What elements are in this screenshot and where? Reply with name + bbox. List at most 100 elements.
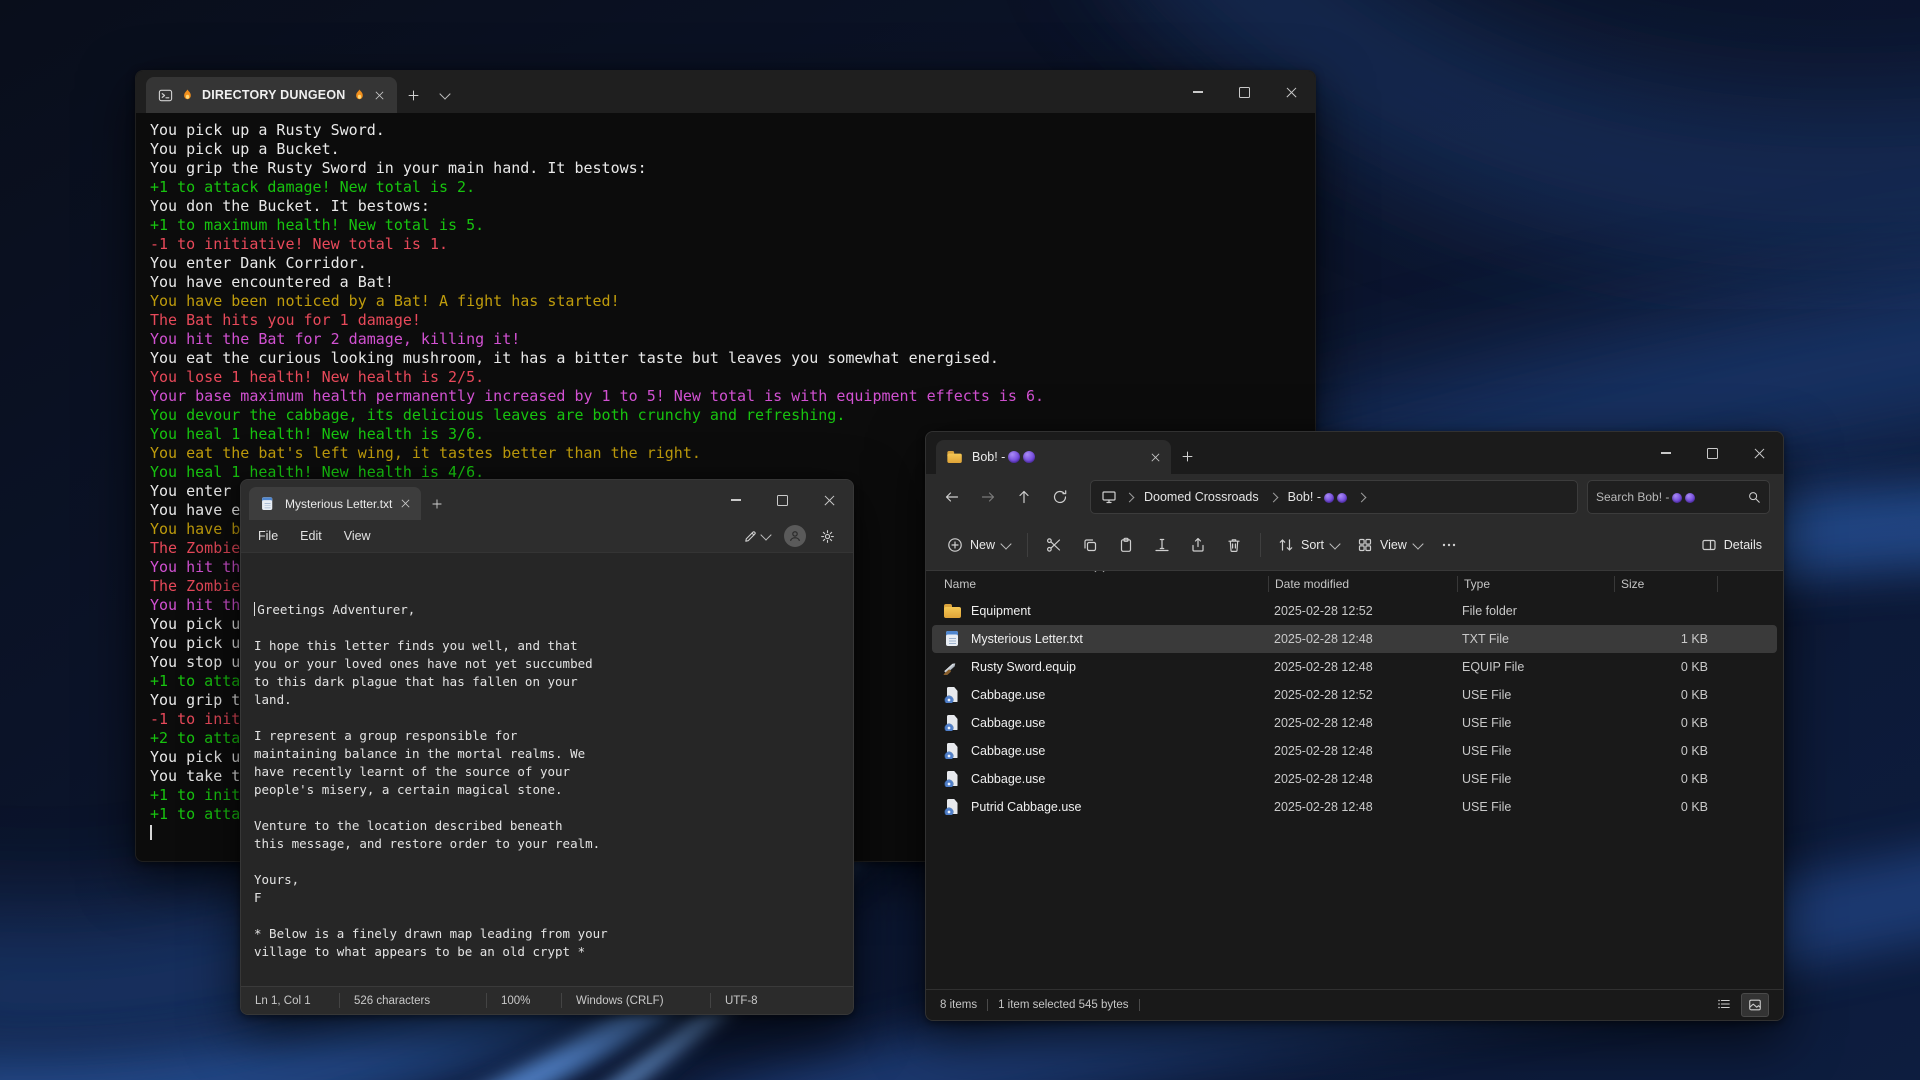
large-icons-view-toggle[interactable]	[1741, 993, 1769, 1017]
sort-icon	[1278, 537, 1294, 553]
file-row[interactable]: Cabbage.use2025-02-28 12:48USE File0 KB	[932, 709, 1777, 737]
file-type: USE File	[1456, 716, 1612, 730]
file-list-area[interactable]: Name Date modified Type Size Equipment 20…	[926, 571, 1783, 989]
search-input[interactable]: Search Bob! -	[1587, 480, 1770, 514]
file-row[interactable]: Rusty Sword.equip2025-02-28 12:48EQUIP F…	[932, 653, 1777, 681]
explorer-titlebar[interactable]: Bob! -	[926, 432, 1783, 474]
menu-view[interactable]: View	[333, 524, 382, 548]
tab-close-icon[interactable]	[1151, 453, 1160, 462]
notepad-line	[254, 853, 853, 871]
details-button[interactable]: Details	[1692, 528, 1771, 562]
file-date-modified: 2025-02-28 12:52	[1268, 688, 1456, 702]
up-button[interactable]	[1006, 480, 1042, 514]
file-explorer-window[interactable]: Bob! - Doomed Crossroads Bo	[925, 431, 1784, 1021]
line-ending-type[interactable]: Windows (CRLF)	[561, 993, 710, 1008]
explorer-status-bar: 8 items 1 item selected 545 bytes	[926, 989, 1783, 1020]
maximize-icon	[1239, 87, 1250, 98]
file-date-modified: 2025-02-28 12:48	[1268, 632, 1456, 646]
notepad-line: to this dark plague that has fallen on y…	[254, 673, 853, 691]
cut-button[interactable]	[1036, 528, 1072, 562]
explorer-tab[interactable]: Bob! -	[936, 440, 1171, 474]
notepad-line: you or your loved ones have not yet succ…	[254, 655, 853, 673]
menu-edit[interactable]: Edit	[289, 524, 333, 548]
file-name: Mysterious Letter.txt	[971, 632, 1083, 646]
close-button[interactable]	[1268, 71, 1315, 113]
file-name: Equipment	[971, 604, 1031, 618]
minimize-button[interactable]	[1174, 71, 1221, 113]
column-header-size[interactable]: Size	[1615, 576, 1718, 592]
notepad-tab[interactable]: Mysterious Letter.txt	[249, 487, 421, 520]
file-type: USE File	[1456, 772, 1612, 786]
devil-emoji-icon	[1337, 493, 1347, 503]
more-button[interactable]	[1431, 528, 1467, 562]
file-row[interactable]: Cabbage.use2025-02-28 12:52USE File0 KB	[932, 681, 1777, 709]
details-pane-icon	[1701, 537, 1717, 553]
column-header-type[interactable]: Type	[1458, 576, 1615, 592]
notepad-line: have recently learnt of the source of yo…	[254, 763, 853, 781]
minimize-button[interactable]	[712, 480, 759, 520]
notepad-editor[interactable]: Greetings Adventurer, I hope this letter…	[241, 553, 853, 1000]
terminal-tab[interactable]: DIRECTORY DUNGEON	[146, 77, 397, 113]
forward-button[interactable]	[970, 480, 1006, 514]
delete-button[interactable]	[1216, 528, 1252, 562]
file-size: 1 KB	[1612, 632, 1718, 646]
file-row[interactable]: Putrid Cabbage.use2025-02-28 12:48USE Fi…	[932, 793, 1777, 821]
new-tab-button[interactable]	[397, 77, 429, 113]
address-bar[interactable]: Doomed Crossroads Bob! -	[1090, 480, 1578, 514]
copy-button[interactable]	[1072, 528, 1108, 562]
devil-emoji-icon	[1324, 493, 1334, 503]
file-date-modified: 2025-02-28 12:48	[1268, 772, 1456, 786]
terminal-titlebar[interactable]: DIRECTORY DUNGEON	[136, 71, 1315, 113]
use-file-icon	[944, 743, 962, 759]
refresh-button[interactable]	[1042, 480, 1078, 514]
notepad-window[interactable]: Mysterious Letter.txt File Edit View	[240, 479, 854, 1015]
file-row[interactable]: Equipment2025-02-28 12:52File folder	[932, 597, 1777, 625]
flame-icon	[353, 88, 366, 102]
zoom-level[interactable]: 100%	[486, 993, 561, 1008]
notepad-editor-text: Greetings Adventurer, I hope this letter…	[254, 601, 853, 961]
trash-icon	[1226, 537, 1242, 553]
new-tab-button[interactable]	[1171, 438, 1203, 474]
terminal-line: Your base maximum health permanently inc…	[150, 387, 1301, 406]
notepad-line	[254, 709, 853, 727]
file-row[interactable]: Mysterious Letter.txt 2025-02-28 12:48TXT…	[932, 625, 1777, 653]
sort-button[interactable]: Sort	[1269, 528, 1348, 562]
terminal-line: You don the Bucket. It bestows:	[150, 197, 1301, 216]
account-avatar[interactable]	[784, 525, 806, 547]
minimize-button[interactable]	[1642, 432, 1689, 474]
file-row[interactable]: Cabbage.use2025-02-28 12:48USE File0 KB	[932, 737, 1777, 765]
breadcrumb-doomed-crossroads[interactable]: Doomed Crossroads	[1142, 488, 1261, 506]
close-button[interactable]	[806, 480, 853, 520]
new-button[interactable]: New	[938, 528, 1019, 562]
notepad-titlebar[interactable]: Mysterious Letter.txt	[241, 480, 853, 520]
maximize-button[interactable]	[1689, 432, 1736, 474]
menu-file[interactable]: File	[247, 524, 289, 548]
forward-arrow-icon	[980, 489, 996, 505]
maximize-button[interactable]	[1221, 71, 1268, 113]
view-button[interactable]: View	[1348, 528, 1431, 562]
breadcrumb-bob[interactable]: Bob! -	[1286, 488, 1349, 506]
tab-close-icon[interactable]	[376, 91, 385, 100]
back-button[interactable]	[934, 480, 970, 514]
file-date-modified: 2025-02-28 12:52	[1268, 604, 1456, 618]
tab-close-icon[interactable]	[401, 499, 410, 508]
column-header-date-modified[interactable]: Date modified	[1269, 576, 1458, 592]
rename-button[interactable]	[1144, 528, 1180, 562]
file-row[interactable]: Cabbage.use2025-02-28 12:48USE File0 KB	[932, 765, 1777, 793]
share-button[interactable]	[1180, 528, 1216, 562]
chevron-down-icon	[440, 88, 451, 99]
maximize-button[interactable]	[759, 480, 806, 520]
encoding[interactable]: UTF-8	[710, 993, 772, 1008]
new-tab-button[interactable]	[421, 487, 453, 520]
column-header-name[interactable]: Name	[938, 576, 1269, 592]
explorer-app-icon	[947, 450, 962, 464]
paste-button[interactable]	[1108, 528, 1144, 562]
file-name: Putrid Cabbage.use	[971, 800, 1082, 814]
edit-pen-button[interactable]	[743, 529, 770, 544]
settings-button[interactable]	[820, 529, 835, 544]
notepad-line: people's misery, a certain magical stone…	[254, 781, 853, 799]
close-button[interactable]	[1736, 432, 1783, 474]
file-type: TXT File	[1456, 632, 1612, 646]
tab-dropdown-button[interactable]	[429, 77, 461, 113]
details-view-toggle[interactable]	[1711, 993, 1737, 1015]
